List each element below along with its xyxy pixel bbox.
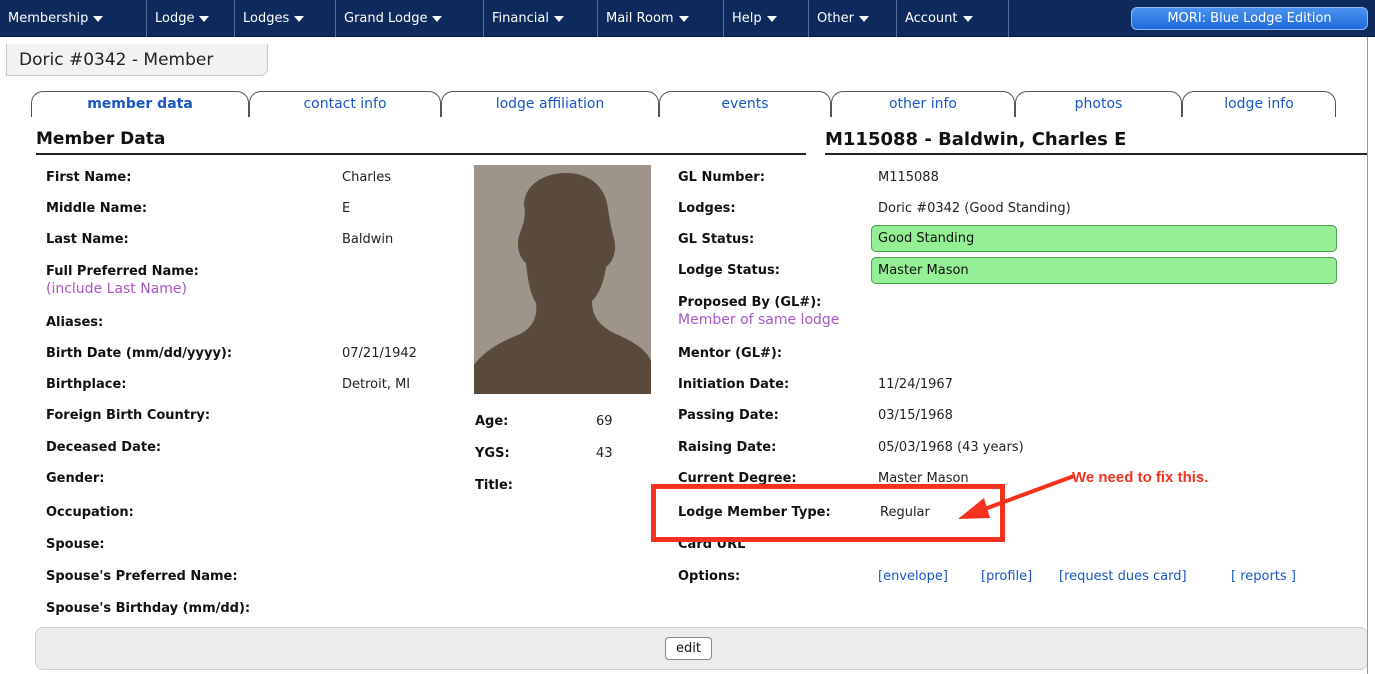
nav-help-label: Help bbox=[732, 11, 762, 26]
annotation-note: We need to fix this. bbox=[1072, 469, 1209, 486]
caret-down-icon bbox=[962, 15, 973, 22]
foreign-birth-country-label: Foreign Birth Country: bbox=[46, 408, 211, 423]
birth-date-label: Birth Date (mm/dd/yyyy): bbox=[46, 346, 233, 361]
spouse-label: Spouse: bbox=[46, 537, 105, 552]
page-right-border bbox=[1367, 37, 1368, 674]
nav-lodge-label: Lodge bbox=[155, 11, 195, 26]
nav-membership-menu[interactable]: Membership bbox=[0, 0, 147, 37]
spouse-birthday-label: Spouse's Birthday (mm/dd): bbox=[46, 601, 251, 616]
first-name-label: First Name: bbox=[46, 170, 132, 185]
birth-date-value: 07/21/1942 bbox=[342, 346, 417, 361]
age-label: Age: bbox=[475, 414, 509, 429]
ygs-label: YGS: bbox=[475, 446, 510, 461]
nav-mail-room-menu[interactable]: Mail Room bbox=[598, 0, 724, 37]
edition-button[interactable]: MORI: Blue Lodge Edition bbox=[1131, 7, 1368, 30]
nav-financial-label: Financial bbox=[492, 11, 549, 26]
nav-grand-lodge-menu[interactable]: Grand Lodge bbox=[336, 0, 484, 37]
tab-bar: member data contact info lodge affiliati… bbox=[31, 91, 1336, 117]
first-name-value: Charles bbox=[342, 170, 392, 185]
nav-lodges-label: Lodges bbox=[243, 11, 290, 26]
passing-date-value: 03/15/1968 bbox=[878, 408, 953, 423]
spouse-preferred-name-label: Spouse's Preferred Name: bbox=[46, 569, 238, 584]
nav-financial-menu[interactable]: Financial bbox=[484, 0, 598, 37]
aliases-label: Aliases: bbox=[46, 315, 104, 330]
caret-down-icon bbox=[199, 15, 210, 22]
nav-help-menu[interactable]: Help bbox=[724, 0, 809, 37]
nav-lodge-menu[interactable]: Lodge bbox=[147, 0, 235, 37]
profile-link[interactable]: [profile] bbox=[981, 569, 1032, 584]
section-title: Member Data bbox=[36, 129, 806, 155]
gl-number-label: GL Number: bbox=[678, 170, 765, 185]
nav-mail-room-label: Mail Room bbox=[606, 11, 674, 26]
raising-date-value: 05/03/1968 (43 years) bbox=[878, 440, 1024, 455]
nav-membership-label: Membership bbox=[8, 11, 89, 26]
nav-grand-lodge-label: Grand Lodge bbox=[344, 11, 428, 26]
mentor-label: Mentor (GL#): bbox=[678, 346, 783, 361]
proposed-by-label: Proposed By (GL#): bbox=[678, 295, 822, 310]
tab-other-info[interactable]: other info bbox=[831, 91, 1015, 117]
lodge-status-badge: Master Mason bbox=[871, 257, 1337, 284]
gl-status-label: GL Status: bbox=[678, 232, 755, 247]
initiation-date-value: 11/24/1967 bbox=[878, 377, 953, 392]
options-label: Options: bbox=[678, 569, 741, 584]
age-value: 69 bbox=[596, 414, 613, 429]
ygs-value: 43 bbox=[596, 446, 613, 461]
tab-lodge-info[interactable]: lodge info bbox=[1182, 91, 1336, 117]
nav-account-label: Account bbox=[905, 11, 958, 26]
caret-down-icon bbox=[766, 15, 777, 22]
full-preferred-name-hint: (include Last Name) bbox=[46, 281, 188, 297]
caret-down-icon bbox=[553, 15, 564, 22]
birthplace-value: Detroit, MI bbox=[342, 377, 411, 392]
passing-date-label: Passing Date: bbox=[678, 408, 779, 423]
tab-contact-info[interactable]: contact info bbox=[249, 91, 441, 117]
occupation-label: Occupation: bbox=[46, 505, 134, 520]
initiation-date-label: Initiation Date: bbox=[678, 377, 790, 392]
proposed-by-hint: Member of same lodge bbox=[678, 312, 840, 328]
lodges-label: Lodges: bbox=[678, 201, 736, 216]
nav-lodges-menu[interactable]: Lodges bbox=[235, 0, 336, 37]
lodge-status-label: Lodge Status: bbox=[678, 263, 780, 278]
caret-down-icon bbox=[858, 15, 869, 22]
nav-other-label: Other bbox=[817, 11, 854, 26]
gender-label: Gender: bbox=[46, 471, 105, 486]
silhouette-icon bbox=[474, 173, 651, 394]
caret-down-icon bbox=[294, 15, 305, 22]
top-nav-bar: Membership Lodge Lodges Grand Lodge Fina… bbox=[0, 0, 1375, 37]
last-name-value: Baldwin bbox=[342, 232, 394, 247]
title-label: Title: bbox=[475, 478, 514, 493]
edit-button[interactable]: edit bbox=[665, 637, 712, 660]
tab-photos[interactable]: photos bbox=[1015, 91, 1182, 117]
deceased-date-label: Deceased Date: bbox=[46, 440, 162, 455]
member-title: M115088 - Baldwin, Charles E bbox=[825, 129, 1368, 155]
breadcrumb: Doric #0342 - Member bbox=[6, 44, 268, 76]
last-name-label: Last Name: bbox=[46, 232, 129, 247]
raising-date-label: Raising Date: bbox=[678, 440, 777, 455]
reports-link[interactable]: [ reports ] bbox=[1231, 569, 1296, 584]
lodges-value: Doric #0342 (Good Standing) bbox=[878, 201, 1071, 216]
nav-other-menu[interactable]: Other bbox=[809, 0, 897, 37]
gl-number-value: M115088 bbox=[878, 170, 939, 185]
middle-name-value: E bbox=[342, 201, 351, 216]
tab-member-data[interactable]: member data bbox=[31, 91, 249, 117]
envelope-link[interactable]: [envelope] bbox=[878, 569, 948, 584]
tab-lodge-affiliation[interactable]: lodge affiliation bbox=[441, 91, 659, 117]
request-dues-card-link[interactable]: [request dues card] bbox=[1059, 569, 1187, 584]
gl-status-badge: Good Standing bbox=[871, 225, 1337, 252]
full-preferred-name-label: Full Preferred Name: bbox=[46, 264, 199, 279]
middle-name-label: Middle Name: bbox=[46, 201, 148, 216]
caret-down-icon bbox=[93, 15, 104, 22]
tab-events[interactable]: events bbox=[659, 91, 831, 117]
caret-down-icon bbox=[432, 15, 443, 22]
annotation-arrow-icon bbox=[958, 474, 1075, 519]
birthplace-label: Birthplace: bbox=[46, 377, 127, 392]
member-photo bbox=[474, 165, 651, 394]
caret-down-icon bbox=[678, 15, 689, 22]
nav-account-menu[interactable]: Account bbox=[897, 0, 1009, 37]
